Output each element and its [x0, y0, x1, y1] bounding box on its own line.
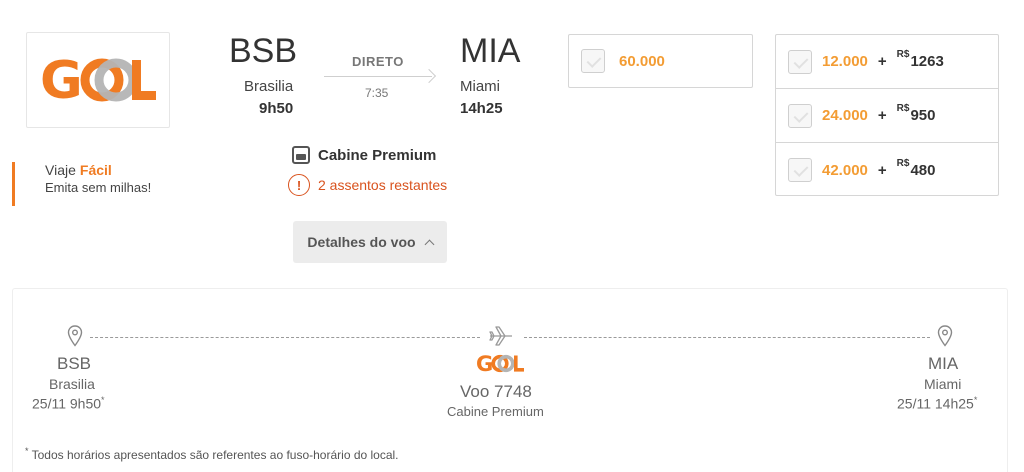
timezone-footnote: * Todos horários apresentados são refere…	[25, 446, 399, 462]
price-checkbox[interactable]	[788, 158, 812, 182]
miles-amount: 12.000	[822, 53, 868, 70]
route-dotted-line	[90, 337, 480, 338]
price-checkbox[interactable]	[581, 49, 605, 73]
flight-details-button[interactable]: Detalhes do voo	[293, 221, 447, 263]
flight-cabin: Cabine Premium	[447, 404, 544, 419]
stops-label: DIRETO	[352, 54, 404, 69]
svg-text:G: G	[40, 52, 83, 108]
origin-code: BSB	[229, 32, 298, 70]
plus-sign: +	[877, 161, 887, 179]
departure-code: BSB	[57, 354, 92, 373]
cash-amount: R$ 1263	[897, 49, 944, 70]
gol-logo: G	[40, 52, 156, 108]
flight-duration: 7:35	[365, 86, 389, 100]
cash-amount: R$ 950	[897, 103, 936, 124]
promo-prefix: Viaje	[45, 162, 76, 178]
seats-label: 2 assentos restantes	[318, 177, 448, 193]
airline-logo-card: G	[26, 32, 170, 128]
destination-time: 14h25	[460, 100, 503, 117]
cash-amount: R$ 480	[897, 158, 936, 179]
currency-symbol: R$	[896, 103, 910, 114]
miles-amount: 60.000	[619, 52, 665, 70]
location-pin-icon	[937, 325, 953, 347]
alert-icon: !	[288, 174, 310, 196]
destination-code: MIA	[460, 32, 521, 70]
miles-amount: 24.000	[822, 107, 868, 124]
arrow-right-icon	[421, 68, 437, 84]
arrival-datetime-value: 25/11 14h25	[897, 395, 974, 412]
route-arrow-line	[324, 76, 432, 77]
price-checkbox[interactable]	[788, 103, 812, 128]
currency-symbol: R$	[896, 49, 910, 60]
miles-amount: 42.000	[822, 161, 868, 179]
cabin-class: Cabine Premium	[292, 146, 436, 164]
price-option-combo[interactable]: 42.000 + R$ 480	[776, 143, 998, 197]
arrival-datetime: 25/11 14h25*	[897, 395, 977, 412]
location-pin-icon	[67, 325, 83, 347]
flight-details-label: Detalhes do voo	[307, 234, 416, 250]
flight-details-panel	[12, 288, 1008, 472]
destination-city: Miami	[460, 78, 500, 95]
footnote-text: Todos horários apresentados são referent…	[28, 448, 399, 462]
arrival-city: Miami	[924, 376, 962, 392]
cash-value: 480	[910, 161, 936, 179]
flight-number: Voo 7748	[460, 382, 532, 401]
departure-city: Brasilia	[49, 376, 95, 392]
price-option-miles-only[interactable]: 60.000	[568, 34, 753, 88]
price-option-combo[interactable]: 24.000 + R$ 950	[776, 89, 998, 143]
cash-value: 950	[910, 107, 936, 124]
plus-sign: +	[877, 107, 887, 124]
promo-highlight: Fácil	[79, 162, 112, 178]
departure-datetime-value: 25/11 9h50	[32, 395, 102, 412]
seats-remaining: ! 2 assentos restantes	[288, 174, 447, 196]
airplane-icon	[489, 326, 512, 346]
route-dotted-line	[524, 337, 930, 338]
cabin-label: Cabine Premium	[318, 146, 437, 164]
arrival-code: MIA	[928, 354, 959, 373]
arrival-footnote-mark: *	[973, 395, 978, 405]
price-checkbox[interactable]	[788, 49, 812, 74]
currency-symbol: R$	[896, 157, 910, 169]
chevron-up-icon	[424, 239, 435, 249]
seat-icon	[292, 146, 310, 164]
promo-title: Viaje Fácil	[45, 162, 151, 178]
price-option-combo[interactable]: 12.000 + R$ 1263	[776, 35, 998, 89]
svg-text:G: G	[476, 352, 493, 374]
plus-sign: +	[877, 53, 887, 70]
promo-banner: Viaje Fácil Emita sem milhas!	[12, 162, 151, 206]
departure-footnote-mark: *	[101, 395, 105, 405]
price-combo-list: 12.000 + R$ 1263 24.000 + R$ 950 42.000 + …	[775, 34, 999, 196]
gol-logo-small: G	[476, 352, 524, 374]
origin-time: 9h50	[259, 100, 294, 117]
promo-subtitle: Emita sem milhas!	[45, 180, 152, 195]
origin-city: Brasilia	[244, 78, 294, 95]
departure-datetime: 25/11 9h50*	[32, 395, 105, 412]
cash-value: 1263	[910, 53, 944, 70]
